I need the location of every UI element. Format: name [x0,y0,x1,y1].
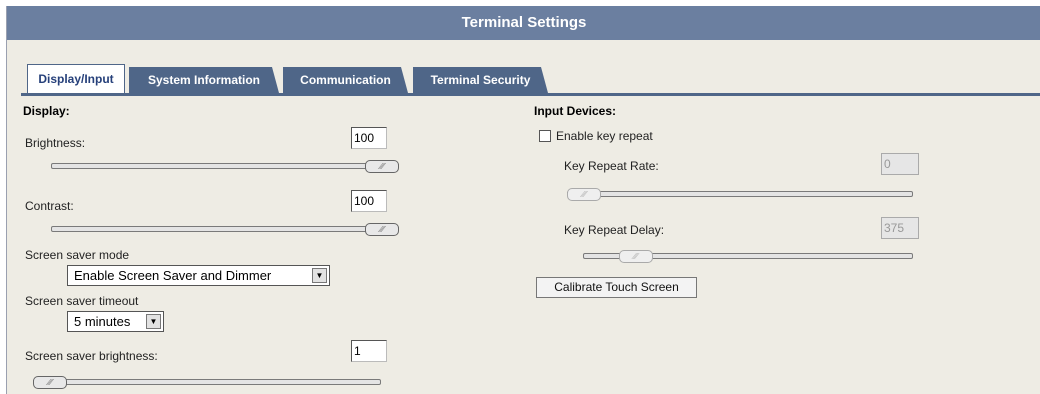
screen-saver-brightness-input[interactable]: 1 [351,340,387,362]
slider-grip-icon: ⁄⁄⁄ [633,252,638,261]
tab-communication[interactable]: Communication [283,67,408,93]
slider-grip-icon: ⁄⁄⁄ [47,378,52,387]
key-repeat-delay-label: Key Repeat Delay: [564,223,665,237]
settings-window: Terminal Settings Display/Input System I… [6,6,1040,394]
display-header: Display: [23,104,70,118]
chevron-down-icon[interactable]: ▼ [312,268,327,283]
enable-key-repeat-checkbox[interactable] [539,130,551,142]
key-repeat-delay-input[interactable]: 375 [881,217,919,239]
calibrate-touch-screen-button[interactable]: Calibrate Touch Screen [536,277,697,298]
slider-grip-icon: ⁄⁄⁄ [581,190,586,199]
window-title: Terminal Settings [7,6,1040,40]
slider-grip-icon: ⁄⁄⁄ [379,225,384,234]
screen-saver-timeout-label: Screen saver timeout [25,294,139,308]
brightness-label: Brightness: [25,136,86,150]
brightness-slider[interactable] [51,163,399,169]
key-repeat-rate-label: Key Repeat Rate: [564,159,659,173]
key-repeat-rate-slider[interactable] [567,191,913,197]
enable-key-repeat-label: Enable key repeat [556,129,653,143]
screen-saver-mode-label: Screen saver mode [25,248,130,262]
input-devices-header: Input Devices: [534,104,617,118]
contrast-input[interactable]: 100 [351,190,387,212]
screen-saver-mode-select[interactable]: Enable Screen Saver and Dimmer ▼ [67,265,330,286]
key-repeat-rate-input[interactable]: 0 [881,153,919,175]
tab-system-information[interactable]: System Information [129,67,279,93]
brightness-slider-thumb[interactable]: ⁄⁄⁄ [365,160,399,173]
display-input-panel: Display: Brightness: 100 ⁄⁄⁄ Contrast: 1… [21,93,1040,394]
key-repeat-delay-slider-thumb[interactable]: ⁄⁄⁄ [618,250,653,263]
tab-terminal-security[interactable]: Terminal Security [413,67,548,93]
screen-saver-brightness-slider[interactable] [33,379,381,385]
screen-saver-brightness-label: Screen saver brightness: [25,349,158,363]
screen-saver-timeout-value: 5 minutes [74,314,131,329]
key-repeat-rate-slider-thumb[interactable]: ⁄⁄⁄ [567,188,601,201]
screen-saver-mode-value: Enable Screen Saver and Dimmer [74,268,272,283]
chevron-down-icon[interactable]: ▼ [146,314,161,329]
contrast-slider[interactable] [51,226,399,232]
screen-saver-timeout-select[interactable]: 5 minutes ▼ [67,311,164,332]
contrast-label: Contrast: [25,199,74,213]
contrast-slider-thumb[interactable]: ⁄⁄⁄ [365,223,399,236]
slider-grip-icon: ⁄⁄⁄ [379,162,384,171]
screen-saver-brightness-slider-thumb[interactable]: ⁄⁄⁄ [33,376,67,389]
brightness-input[interactable]: 100 [351,127,387,149]
tab-display-input[interactable]: Display/Input [27,64,125,93]
